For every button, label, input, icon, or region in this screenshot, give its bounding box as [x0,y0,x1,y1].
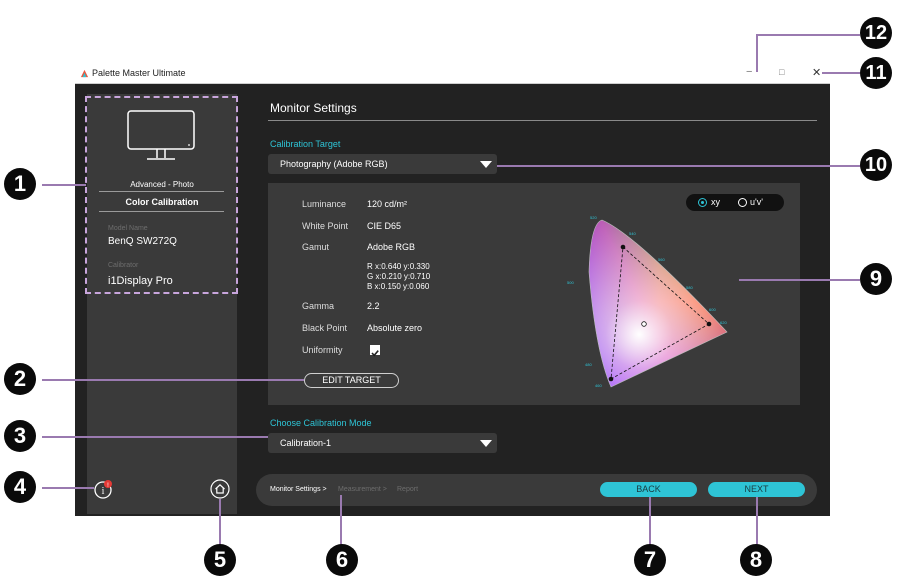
minimize-button[interactable]: − [746,66,752,78]
title-divider [268,120,817,121]
wavelength-label: 560 [658,257,665,262]
white-point-label: White Point [302,221,349,231]
radio-uv[interactable] [738,198,747,207]
calibration-mode-dropdown[interactable]: Calibration-1 [268,433,497,453]
callout-badge-5: 5 [204,544,236,576]
callout-leader-6 [340,495,342,545]
radio-uv-label: u'v' [750,197,763,207]
callout-leader-4 [42,487,94,489]
home-icon[interactable] [210,479,230,499]
callout-badge-6: 6 [326,544,358,576]
callout-leader-7 [649,497,651,545]
model-name-label: Model Name [108,225,148,232]
callout-leader-11 [822,72,860,74]
calibration-target-value: Photography (Adobe RGB) [280,159,388,169]
sidebar-divider [99,191,224,192]
uniformity-checkbox[interactable] [370,345,380,357]
luminance-value: 120 cd/m² [367,199,408,209]
gamut-green-primary: G x:0.210 y:0.710 [367,272,431,281]
calibrator-label: Calibrator [108,262,139,269]
callout-badge-3: 3 [4,420,36,452]
wavelength-label: 540 [629,231,636,236]
gamma-value: 2.2 [367,301,380,311]
callout-leader-12 [756,34,758,72]
callout-badge-4: 4 [4,471,36,503]
breadcrumb-measurement: Measurement > [338,486,387,493]
gamma-label: Gamma [302,301,335,311]
callout-badge-9: 9 [860,263,892,295]
radio-xy[interactable] [698,198,707,207]
calibration-mode-label: Choose Calibration Mode [270,418,372,428]
white-point-value: CIE D65 [367,221,402,231]
chromaticity-diagram: 520 540 560 580 600 620 500 480 460 [567,215,728,388]
black-point-label: Black Point [302,323,348,333]
sidebar-section-title: Color Calibration [125,197,199,207]
callout-leader-8 [756,497,758,545]
callout-leader-10 [497,165,861,167]
calibration-target-dropdown[interactable]: Photography (Adobe RGB) [268,154,497,174]
gamut-value: Adobe RGB [367,242,416,252]
check-icon [371,350,379,357]
sidebar-divider [99,211,224,212]
title-bar [75,64,830,84]
gamut-label: Gamut [302,242,330,252]
next-button[interactable]: NEXT [708,482,805,497]
app-title: Palette Master Ultimate [92,68,186,78]
monitor-icon [127,110,195,160]
wavelength-label: 620 [720,320,727,325]
wavelength-label: 460 [595,383,602,388]
uniformity-label: Uniformity [302,345,343,355]
callout-badge-11: 11 [860,57,892,89]
close-button[interactable]: ✕ [812,66,821,79]
page-title: Monitor Settings [270,101,357,115]
callout-badge-7: 7 [634,544,666,576]
wavelength-label: 500 [567,280,574,285]
callout-badge-2: 2 [4,363,36,395]
radio-xy-label: xy [711,197,720,207]
sidebar-mode-label: Advanced - Photo [130,180,194,189]
chevron-down-icon [480,161,492,168]
info-icon[interactable]: i ! [94,479,114,499]
svg-text:i: i [102,486,105,497]
callout-leader-2 [42,379,304,381]
wavelength-label: 520 [590,215,597,220]
callout-leader-5 [219,499,221,545]
calibrator-value: i1Display Pro [108,275,173,287]
gamut-blue-primary: B x:0.150 y:0.060 [367,282,430,291]
callout-leader-3 [42,436,268,438]
back-button[interactable]: BACK [600,482,697,497]
callout-leader-9 [739,279,860,281]
chevron-down-icon [480,440,492,447]
edit-target-button[interactable]: EDIT TARGET [304,373,399,388]
wavelength-label: 480 [585,362,592,367]
callout-badge-1: 1 [4,168,36,200]
breadcrumb-report: Report [397,486,419,493]
app-logo-icon [80,69,89,78]
model-name-value: BenQ SW272Q [108,236,177,247]
callout-badge-12: 12 [860,17,892,49]
chart-mode-toggle[interactable]: xy u'v' [686,194,784,211]
gamut-red-primary: R x:0.640 y:0.330 [367,262,430,271]
breadcrumb-monitor-settings: Monitor Settings > [270,486,327,493]
calibration-mode-value: Calibration-1 [280,438,332,448]
calibration-target-label: Calibration Target [270,139,341,149]
maximize-button[interactable]: □ [779,67,784,77]
luminance-label: Luminance [302,199,347,209]
wavelength-label: 580 [686,285,693,290]
black-point-value: Absolute zero [367,323,423,333]
callout-leader-12 [756,34,860,36]
callout-badge-8: 8 [740,544,772,576]
wavelength-label: 600 [709,307,716,312]
callout-leader-1 [42,184,86,186]
callout-badge-10: 10 [860,149,892,181]
